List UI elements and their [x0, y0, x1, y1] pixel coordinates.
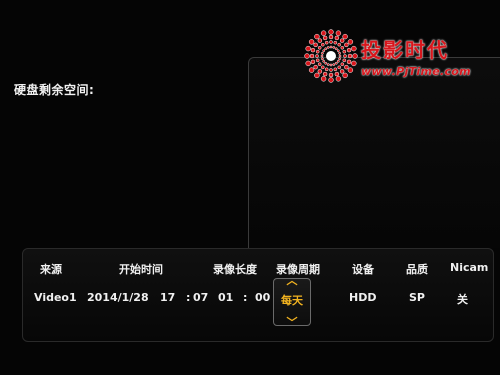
logo-burst-icon: [304, 29, 358, 83]
header-nicam: Nicam: [450, 261, 489, 274]
row-device[interactable]: HDD: [349, 291, 376, 304]
row-start-minute[interactable]: 07: [193, 291, 208, 304]
row-nicam[interactable]: 关: [457, 291, 468, 307]
period-selector[interactable]: ︿ 每天 ﹀: [273, 275, 311, 328]
row-start-date[interactable]: 2014/1/28: [87, 291, 149, 304]
recording-schedule-table: 来源 开始时间 录像长度 录像周期 设备 品质 Nicam Video1 201…: [22, 248, 494, 342]
chevron-up-icon[interactable]: ︿: [287, 275, 298, 286]
row-period-value: 每天: [281, 294, 303, 307]
header-start-time: 开始时间: [119, 263, 163, 276]
row-duration-colon: :: [243, 291, 248, 304]
row-quality[interactable]: SP: [409, 291, 425, 304]
header-source: 来源: [40, 263, 62, 276]
row-duration-minutes[interactable]: 00: [255, 291, 270, 304]
row-start-colon: :: [186, 291, 191, 304]
header-device: 设备: [352, 263, 374, 276]
row-start-hour[interactable]: 17: [160, 291, 175, 304]
chevron-down-icon[interactable]: ﹀: [287, 317, 298, 328]
logo-brand-text: 投影时代: [361, 38, 449, 62]
header-duration: 录像长度: [213, 263, 257, 276]
row-source[interactable]: Video1: [34, 291, 77, 304]
logo-url-text: www.PjTime.com: [361, 65, 471, 78]
header-period: 录像周期: [276, 263, 320, 276]
header-quality: 品质: [406, 263, 428, 276]
watermark-logo: 投影时代 www.PjTime.com: [303, 28, 498, 88]
disk-free-space-label: 硬盘剩余空间:: [14, 83, 95, 97]
row-duration-hours[interactable]: 01: [218, 291, 233, 304]
